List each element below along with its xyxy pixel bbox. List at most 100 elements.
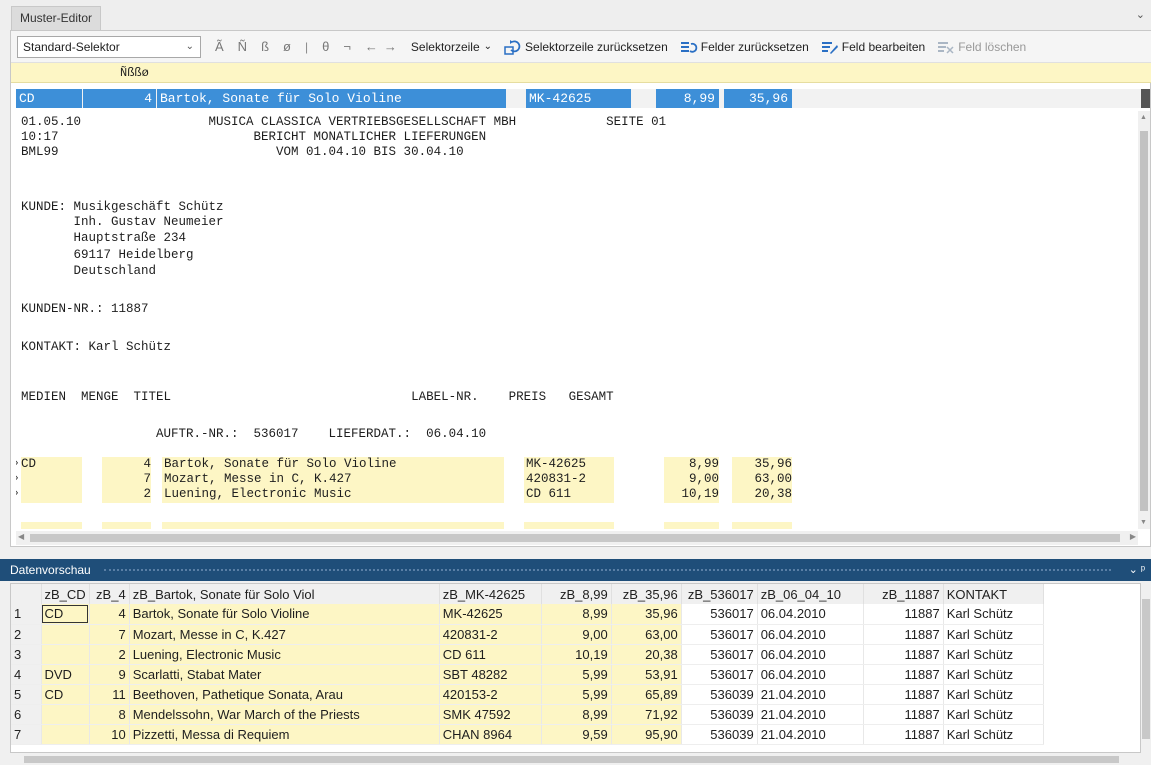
table-cell[interactable]: 11887 xyxy=(863,604,944,625)
table-cell[interactable] xyxy=(41,704,90,725)
table-cell[interactable]: Karl Schütz xyxy=(943,604,1044,625)
panel-grip[interactable] xyxy=(104,569,1111,571)
table-cell[interactable]: 536039 xyxy=(681,684,758,705)
table-cell[interactable]: 06.04.2010 xyxy=(757,604,864,625)
tab-muster-editor[interactable]: Muster-Editor xyxy=(11,6,102,30)
scroll-down-icon[interactable]: ▼ xyxy=(1140,519,1147,526)
table-cell[interactable]: 536017 xyxy=(681,624,758,645)
scrollbar-thumb[interactable] xyxy=(24,756,1119,763)
table-cell[interactable]: Bartok, Sonate für Solo Violine xyxy=(129,604,440,625)
char-theta-button[interactable]: θ xyxy=(322,39,329,54)
scrollbar-thumb[interactable] xyxy=(1142,599,1150,739)
table-row[interactable]: 1 CD 4 Bartok, Sonate für Solo Violine MK-42… xyxy=(11,604,1044,625)
delete-field-button[interactable]: Feld löschen xyxy=(937,39,1026,55)
table-cell[interactable]: CD xyxy=(41,684,90,705)
char-a-tilde-button[interactable]: Ã xyxy=(215,39,224,54)
grid-vertical-scrollbar[interactable] xyxy=(1141,583,1151,753)
column-header[interactable]: zB_11887 xyxy=(863,584,944,604)
selector-dropdown[interactable]: Standard-Selektor ⌄ xyxy=(17,35,201,58)
reset-fields-button[interactable]: Felder zurücksetzen xyxy=(680,39,809,55)
column-header[interactable]: zB_CD xyxy=(41,584,90,604)
table-cell[interactable]: 95,90 xyxy=(611,724,682,745)
selector-cell-preis[interactable]: 8,99 xyxy=(656,89,719,108)
table-cell[interactable]: Karl Schütz xyxy=(943,664,1044,685)
table-cell[interactable]: 536039 xyxy=(681,704,758,725)
table-cell[interactable]: 536017 xyxy=(681,644,758,665)
report-horizontal-scrollbar[interactable]: ◀ ▶ xyxy=(16,531,1138,545)
report-view[interactable]: 01.05.10 MUSICA CLASSICA VERTRIEBSGESELL… xyxy=(16,111,1138,529)
table-cell[interactable]: 536039 xyxy=(681,724,758,745)
selector-row[interactable]: CD 4 Bartok, Sonate für Solo Violine MK-… xyxy=(16,89,1143,108)
table-row[interactable]: 5 CD 11 Beethoven, Pathetique Sonata, Arau 4… xyxy=(11,684,1044,705)
char-n-tilde-button[interactable]: Ñ xyxy=(238,39,247,54)
table-cell[interactable]: CD xyxy=(41,604,90,625)
selector-row-scrollbar[interactable] xyxy=(1141,89,1150,108)
selector-cell-menge[interactable]: 4 xyxy=(83,89,156,108)
selektorzeile-dropdown[interactable]: Selektorzeile ⌄ xyxy=(411,40,492,54)
table-cell[interactable]: 06.04.2010 xyxy=(757,644,864,665)
table-cell[interactable]: 9,00 xyxy=(541,624,612,645)
table-cell[interactable]: 11887 xyxy=(863,664,944,685)
selector-cell-label[interactable]: MK-42625 xyxy=(526,89,631,108)
table-cell[interactable] xyxy=(41,644,90,665)
table-cell[interactable]: 420153-2 xyxy=(439,684,542,705)
table-cell[interactable]: 11887 xyxy=(863,724,944,745)
selector-cell-titel[interactable]: Bartok, Sonate für Solo Violine xyxy=(157,89,506,108)
table-cell[interactable] xyxy=(41,624,90,645)
table-cell[interactable]: 9,59 xyxy=(541,724,612,745)
table-cell[interactable]: Scarlatti, Stabat Mater xyxy=(129,664,440,685)
table-cell[interactable]: 536017 xyxy=(681,664,758,685)
table-cell[interactable]: 20,38 xyxy=(611,644,682,665)
column-header[interactable]: zB_MK-42625 xyxy=(439,584,542,604)
table-cell[interactable]: Mendelssohn, War March of the Priests xyxy=(129,704,440,725)
table-cell[interactable] xyxy=(41,724,90,745)
scroll-up-icon[interactable]: ▲ xyxy=(1140,114,1147,121)
grid-horizontal-scrollbar[interactable] xyxy=(10,754,1141,765)
table-cell[interactable]: Karl Schütz xyxy=(943,624,1044,645)
table-cell[interactable]: 5,99 xyxy=(541,684,612,705)
table-cell[interactable]: 420831-2 xyxy=(439,624,542,645)
table-cell[interactable]: 11887 xyxy=(863,704,944,725)
reset-selector-button[interactable]: Selektorzeile zurücksetzen xyxy=(504,39,668,55)
column-header[interactable]: zB_06_04_10 xyxy=(757,584,864,604)
table-cell[interactable]: 2 xyxy=(89,644,130,665)
arrow-right-button[interactable]: → xyxy=(384,39,397,54)
table-cell[interactable]: Beethoven, Pathetique Sonata, Arau xyxy=(129,684,440,705)
scrollbar-thumb[interactable] xyxy=(30,534,1120,542)
chevron-down-icon[interactable]: ⌄ xyxy=(1136,8,1145,21)
table-cell[interactable]: 21.04.2010 xyxy=(757,704,864,725)
table-cell[interactable]: 8,99 xyxy=(541,704,612,725)
table-cell[interactable]: 10 xyxy=(89,724,130,745)
table-row[interactable]: 7 10 Pizzetti, Messa di Requiem CHAN 8964 9,… xyxy=(11,724,1044,745)
table-cell[interactable]: 53,91 xyxy=(611,664,682,685)
char-not-button[interactable]: ¬ xyxy=(343,39,351,54)
column-header[interactable]: zB_4 xyxy=(89,584,130,604)
table-cell[interactable]: 11 xyxy=(89,684,130,705)
table-cell[interactable]: Pizzetti, Messa di Requiem xyxy=(129,724,440,745)
arrow-left-button[interactable]: ← xyxy=(365,39,378,54)
table-cell[interactable]: MK-42625 xyxy=(439,604,542,625)
table-cell[interactable]: 9 xyxy=(89,664,130,685)
table-cell[interactable]: Mozart, Messe in C, K.427 xyxy=(129,624,440,645)
table-row[interactable]: 2 7 Mozart, Messe in C, K.427 420831-2 9,00 6… xyxy=(11,624,1044,645)
table-cell[interactable]: 21.04.2010 xyxy=(757,724,864,745)
data-preview-grid[interactable]: zB_CD zB_4 zB_Bartok, Sonate für Solo Viol… xyxy=(10,583,1141,753)
table-cell[interactable]: SMK 47592 xyxy=(439,704,542,725)
table-cell[interactable]: 71,92 xyxy=(611,704,682,725)
table-cell[interactable]: Karl Schütz xyxy=(943,704,1044,725)
table-row[interactable]: 4 DVD 9 Scarlatti, Stabat Mater SBT 48282 5,9… xyxy=(11,664,1044,685)
table-cell[interactable]: 11887 xyxy=(863,644,944,665)
table-cell[interactable]: 11887 xyxy=(863,624,944,645)
table-cell[interactable]: 8 xyxy=(89,704,130,725)
column-header[interactable] xyxy=(11,584,42,604)
table-cell[interactable]: SBT 48282 xyxy=(439,664,542,685)
table-cell[interactable]: 06.04.2010 xyxy=(757,624,864,645)
table-cell[interactable]: 8,99 xyxy=(541,604,612,625)
panel-controls-icon[interactable]: ⌄ ᵖ xyxy=(1129,559,1145,581)
table-row[interactable]: 6 8 Mendelssohn, War March of the Priests S… xyxy=(11,704,1044,725)
column-header[interactable]: zB_536017 xyxy=(681,584,758,604)
selector-cell-gesamt[interactable]: 35,96 xyxy=(724,89,792,108)
edit-field-button[interactable]: Feld bearbeiten xyxy=(821,39,925,55)
char-pipe-button[interactable]: | xyxy=(305,40,308,54)
table-cell[interactable]: 10,19 xyxy=(541,644,612,665)
